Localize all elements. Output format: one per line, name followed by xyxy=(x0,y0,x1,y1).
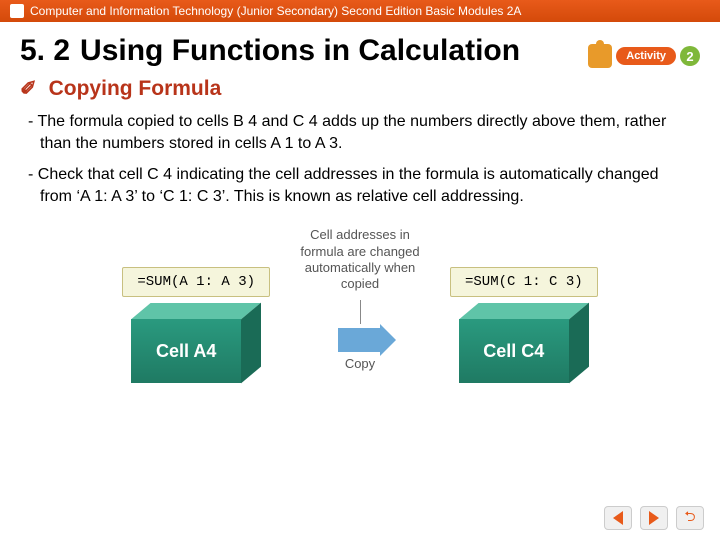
paragraph-2: - Check that cell C 4 indicating the cel… xyxy=(0,164,720,217)
section-number: 5. 2 xyxy=(20,34,70,68)
arrow-right-icon xyxy=(649,511,659,525)
cube-right-label: Cell C4 xyxy=(459,319,569,383)
cell-group-left: =SUM(A 1: A 3) Cell A4 xyxy=(122,267,270,383)
formula-left: =SUM(A 1: A 3) xyxy=(122,267,270,297)
callout-line xyxy=(360,300,361,324)
activity-badge: Activity 2 xyxy=(588,44,700,68)
header-title: Computer and Information Technology (Jun… xyxy=(30,4,521,18)
script-icon: ✐ xyxy=(20,76,37,101)
section-heading: Using Functions in Calculation xyxy=(80,34,520,68)
subheading: ✐ Copying Formula xyxy=(0,74,720,111)
callout-text: Cell addresses in formula are changed au… xyxy=(290,227,430,292)
activity-number: 2 xyxy=(680,46,700,66)
subheading-text: Copying Formula xyxy=(49,77,222,100)
cell-group-right: =SUM(C 1: C 3) Cell C4 xyxy=(450,267,598,383)
copy-column: Cell addresses in formula are changed au… xyxy=(290,227,430,383)
copy-arrow-icon xyxy=(338,328,382,352)
header-bar: Computer and Information Technology (Jun… xyxy=(0,0,720,22)
home-icon: ⮌ xyxy=(684,506,695,530)
cube-left-label: Cell A4 xyxy=(131,319,241,383)
footer-nav: ⮌ xyxy=(604,506,704,530)
home-button[interactable]: ⮌ xyxy=(676,506,704,530)
activity-label: Activity xyxy=(616,47,676,65)
prev-button[interactable] xyxy=(604,506,632,530)
copy-label: Copy xyxy=(345,356,375,371)
cube-right: Cell C4 xyxy=(459,303,589,383)
arrow-left-icon xyxy=(613,511,623,525)
paragraph-1: - The formula copied to cells B 4 and C … xyxy=(0,111,720,164)
formula-right: =SUM(C 1: C 3) xyxy=(450,267,598,297)
diagram: =SUM(A 1: A 3) Cell A4 Cell addresses in… xyxy=(0,227,720,383)
book-icon xyxy=(10,4,24,18)
cube-left: Cell A4 xyxy=(131,303,261,383)
puzzle-icon xyxy=(588,44,612,68)
next-button[interactable] xyxy=(640,506,668,530)
